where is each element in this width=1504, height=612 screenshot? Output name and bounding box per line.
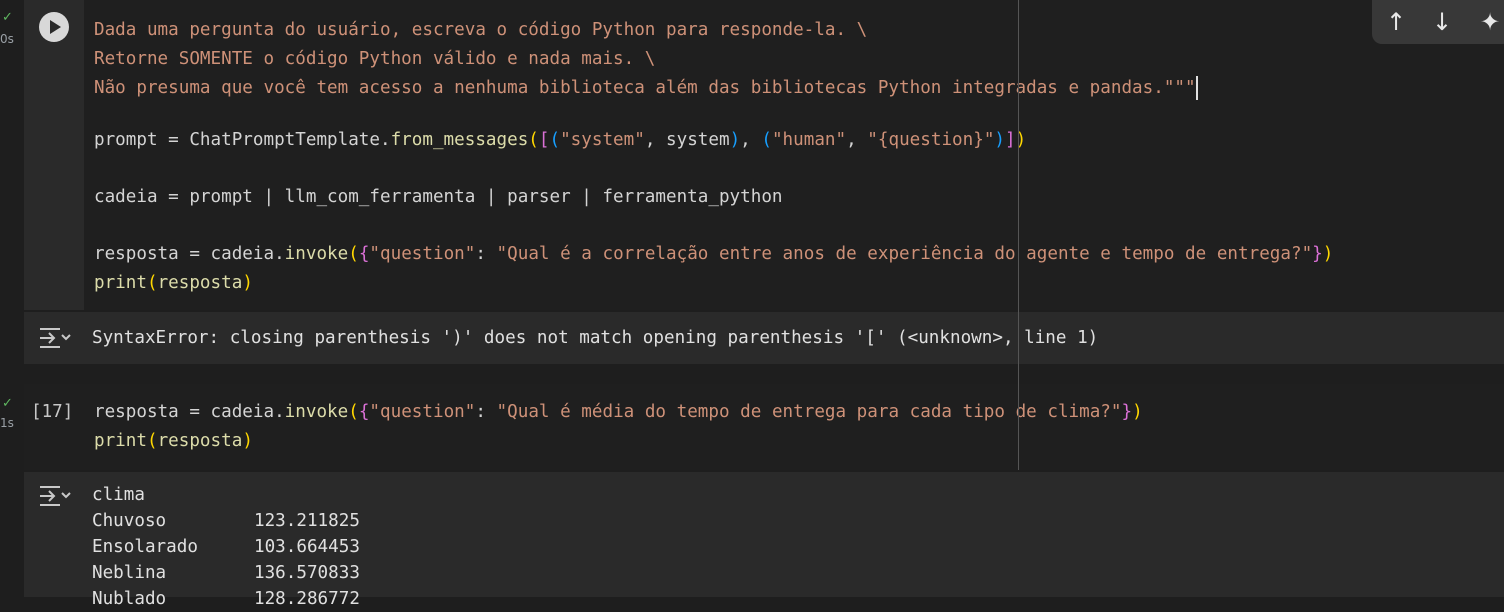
docstring-line-1: Dada uma pergunta do usuário, escreva o … xyxy=(94,20,868,40)
cell2-success-icon: ✓ xyxy=(2,396,13,411)
output-toggle-icon[interactable] xyxy=(38,483,72,509)
left-gutter xyxy=(0,0,24,597)
arrow-down-icon[interactable]: ↓ xyxy=(1424,4,1460,40)
sparkle-icon[interactable]: ✦ xyxy=(1472,4,1504,40)
text-cursor xyxy=(1195,76,1198,100)
print-line: print(resposta) xyxy=(94,273,253,293)
resposta-line: resposta = cadeia.invoke({"question": "Q… xyxy=(94,244,1334,264)
cell2-resposta-line: resposta = cadeia.invoke({"question": "Q… xyxy=(94,402,1143,422)
output-row: Neblina 136.570833 xyxy=(92,563,360,583)
docstring-line-2: Retorne SOMENTE o código Python válido e… xyxy=(94,49,656,69)
prompt-line: prompt = ChatPromptTemplate.from_message… xyxy=(94,130,1027,150)
cell2-code-area[interactable] xyxy=(84,384,1504,470)
cell1-left-bar xyxy=(24,0,84,310)
execution-count: [17] xyxy=(31,402,74,422)
docstring-line-3: Não presuma que você tem acesso a nenhum… xyxy=(94,78,1196,98)
cadeia-line: cadeia = prompt | llm_com_ferramenta | p… xyxy=(94,187,783,207)
syntax-error-message: SyntaxError: closing parenthesis ')' doe… xyxy=(92,328,1099,348)
column-ruler xyxy=(1018,0,1019,470)
cell2-print-line: print(resposta) xyxy=(94,431,253,451)
run-cell-button[interactable] xyxy=(39,12,69,42)
output-row: Chuvoso 123.211825 xyxy=(92,511,360,531)
cell1-exec-time: 0s xyxy=(0,32,14,46)
cell1-docstring: Dada uma pergunta do usuário, escreva o … xyxy=(94,0,1198,103)
cell2-exec-time: 1s xyxy=(0,416,14,430)
arrow-up-icon[interactable]: ↑ xyxy=(1378,4,1414,40)
cell2-left-bar xyxy=(24,384,84,470)
output-row: Ensolarado 103.664453 xyxy=(92,537,360,557)
cell1-success-icon: ✓ xyxy=(2,10,13,25)
cell-toolbar: ↑ ↓ ✦ xyxy=(1372,0,1504,44)
output-row: Nublado 128.286772 xyxy=(92,589,360,609)
output-toggle-icon[interactable] xyxy=(38,325,72,351)
output-header: clima xyxy=(92,485,145,505)
